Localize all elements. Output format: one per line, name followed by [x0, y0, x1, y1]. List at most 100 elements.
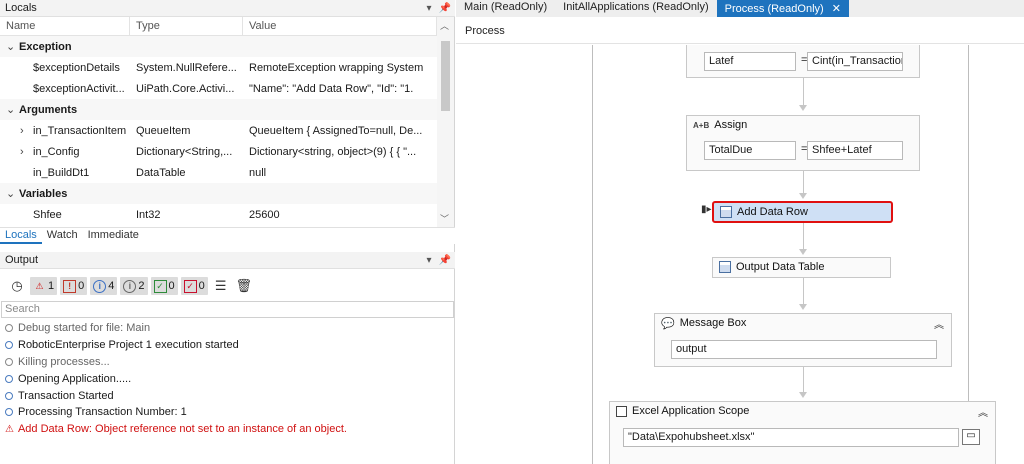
assign-activity-2[interactable]: A+B Assign TotalDue = Shfee+Latef	[686, 115, 920, 171]
trash-icon[interactable]: 🗑	[234, 277, 254, 295]
activity-header: Output Data Table	[713, 258, 890, 276]
list-add-icon[interactable]: ☰	[211, 277, 231, 295]
tab-locals[interactable]: Locals	[0, 228, 42, 244]
excel-application-scope-activity[interactable]: Excel Application Scope ︽ "Data\Expohubs…	[609, 401, 996, 464]
assign-activity-1[interactable]: Latef = Cint(in_Transaction	[686, 45, 920, 78]
arrow-down-icon	[799, 249, 807, 255]
output-log: Debug started for file: Main RoboticEnte…	[0, 320, 455, 438]
info-icon: i	[93, 279, 107, 293]
connector	[803, 367, 804, 394]
var-name: in_TransactionItem	[33, 124, 127, 137]
collapse-chevron-icon[interactable]: ︽	[978, 404, 988, 419]
table-row[interactable]: › in_TransactionItem QueueItem QueueItem …	[0, 120, 437, 141]
data-table-icon	[720, 206, 732, 218]
table-row[interactable]: $exceptionDetails System.NullRefere... R…	[0, 57, 437, 78]
connector	[803, 171, 804, 195]
group-exception[interactable]: ⌄ Exception	[0, 36, 437, 57]
activity-header: A+B Assign	[687, 116, 919, 134]
log-entry[interactable]: Transaction Started	[0, 387, 455, 404]
collapse-chevron-icon[interactable]: ︽	[934, 316, 944, 331]
tab-main[interactable]: Main (ReadOnly)	[456, 0, 555, 17]
assign-value-field[interactable]: Cint(in_Transaction	[807, 52, 903, 71]
arrow-down-icon	[799, 304, 807, 310]
table-row[interactable]: $exceptionActivit... UiPath.Core.Activi.…	[0, 78, 437, 99]
filter-warnings-button[interactable]: ! 0	[60, 277, 88, 295]
log-entry-error[interactable]: ⚠ Add Data Row: Object reference not set …	[0, 421, 455, 438]
table-row[interactable]: in_BuildDt1 DataTable null	[0, 162, 437, 183]
output-toolbar: ◷ ⚠ 1 ! 0 i4 i2 ✓ 0 ✓ 0 ☰ 🗑	[0, 273, 455, 299]
var-name: $exceptionDetails	[33, 61, 120, 74]
info-icon	[5, 391, 13, 400]
collapse-icon[interactable]: ⌄	[6, 187, 19, 200]
scroll-up-icon[interactable]: ︿	[440, 19, 449, 32]
trace-icon: i	[123, 279, 137, 293]
pin-icon[interactable]: 📌	[439, 255, 451, 266]
group-variables[interactable]: ⌄ Variables	[0, 183, 437, 204]
add-data-row-activity[interactable]: Add Data Row	[712, 201, 893, 223]
arrow-down-icon	[799, 105, 807, 111]
log-entry[interactable]: Debug started for file: Main	[0, 320, 455, 337]
expand-icon[interactable]: ›	[20, 125, 24, 137]
var-name: in_BuildDt1	[33, 166, 90, 179]
clock-icon[interactable]: ◷	[7, 277, 27, 295]
activity-header: Excel Application Scope ︽	[610, 402, 995, 420]
breadcrumb[interactable]: Process	[456, 17, 1024, 44]
debug-tabs: Locals Watch Immediate	[0, 227, 455, 244]
scroll-down-icon[interactable]: ﹀	[440, 212, 449, 225]
activity-header: Add Data Row	[714, 203, 891, 221]
filter-errors-button[interactable]: ⚠ 1	[30, 277, 58, 295]
column-name[interactable]: Name	[0, 17, 130, 35]
search-input[interactable]: Search	[1, 301, 454, 318]
dropdown-icon[interactable]: ▾	[427, 3, 432, 14]
filter-verbose-button[interactable]: ✓ 0	[150, 277, 178, 295]
arrow-down-icon	[799, 392, 807, 398]
output-data-table-activity[interactable]: Output Data Table	[712, 257, 891, 278]
output-title: Output	[5, 254, 39, 266]
var-type: QueueItem	[136, 124, 191, 137]
workbook-path-field[interactable]: "Data\Expohubsheet.xlsx"	[623, 428, 959, 447]
tab-watch[interactable]: Watch	[42, 228, 83, 244]
log-entry[interactable]: RoboticEnterprise Project 1 execution st…	[0, 337, 455, 354]
expand-icon[interactable]: ›	[20, 146, 24, 158]
var-name: $exceptionActivit...	[33, 82, 125, 95]
collapse-icon[interactable]: ⌄	[6, 40, 19, 53]
var-value: QueueItem { AssignedTo=null, De...	[249, 124, 423, 137]
locals-scrollbar[interactable]: ︿ ﹀	[437, 17, 454, 227]
assign-to-field[interactable]: Latef	[704, 52, 796, 71]
table-row[interactable]: Shfee Int32 25600	[0, 204, 437, 225]
message-box-activity[interactable]: 💬 Message Box ︽ output	[654, 313, 952, 367]
column-value[interactable]: Value	[243, 17, 437, 35]
log-entry[interactable]: Killing processes...	[0, 354, 455, 371]
dropdown-icon[interactable]: ▾	[427, 255, 432, 266]
collapse-icon[interactable]: ⌄	[6, 103, 19, 116]
connector	[803, 78, 804, 107]
scroll-thumb[interactable]	[441, 41, 450, 111]
data-table-icon	[719, 261, 731, 273]
table-row[interactable]: › in_Config Dictionary<String,... Diction…	[0, 141, 437, 162]
activity-header: 💬 Message Box ︽	[655, 314, 951, 332]
tab-initallapplications[interactable]: InitAllApplications (ReadOnly)	[555, 0, 717, 17]
tab-immediate[interactable]: Immediate	[83, 228, 144, 244]
log-entry[interactable]: Opening Application.....	[0, 370, 455, 387]
group-label: Arguments	[19, 104, 78, 116]
connector	[803, 278, 804, 306]
var-type: DataTable	[136, 166, 186, 179]
fatal-check-icon: ✓	[183, 279, 197, 293]
var-type: UiPath.Core.Activi...	[136, 82, 235, 95]
tab-process[interactable]: Process (ReadOnly) ✕	[716, 0, 849, 17]
column-type[interactable]: Type	[130, 17, 243, 35]
group-arguments[interactable]: ⌄ Arguments	[0, 99, 437, 120]
pin-icon[interactable]: 📌	[439, 3, 451, 14]
folder-icon[interactable]: ▭	[962, 429, 980, 445]
filter-info-button[interactable]: i4	[90, 277, 118, 295]
assign-icon: A+B	[693, 120, 710, 130]
filter-fatal-button[interactable]: ✓ 0	[180, 277, 208, 295]
close-icon[interactable]: ✕	[832, 2, 841, 15]
message-text-field[interactable]: output	[671, 340, 937, 359]
output-header: Output ▾ 📌	[0, 252, 455, 269]
log-entry[interactable]: Processing Transaction Number: 1	[0, 404, 455, 421]
verbose-check-icon: ✓	[153, 279, 167, 293]
assign-to-field[interactable]: TotalDue	[704, 141, 796, 160]
assign-value-field[interactable]: Shfee+Latef	[807, 141, 903, 160]
filter-trace-button[interactable]: i2	[120, 277, 148, 295]
